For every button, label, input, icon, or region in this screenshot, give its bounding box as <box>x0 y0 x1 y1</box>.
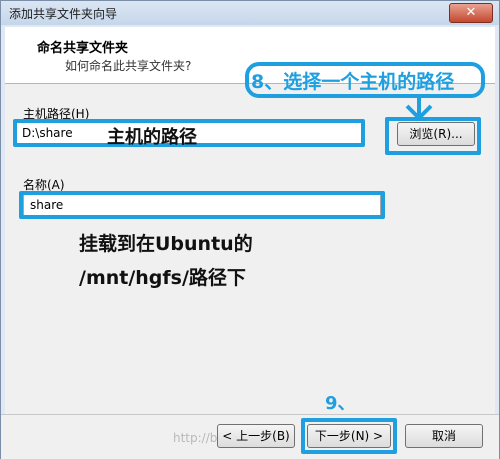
step8-callout-text: 8、选择一个主机的路径 <box>251 71 455 93</box>
window-title: 添加共享文件夹向导 <box>9 7 118 21</box>
page-subtitle: 如何命名此共享文件夹? <box>65 59 192 73</box>
next-highlight <box>301 418 397 454</box>
step9-annotation: 9、 <box>325 393 356 414</box>
mount-annotation-line2: /mnt/hgfs/路径下 <box>79 267 246 289</box>
cancel-button[interactable]: 取消 <box>405 424 483 448</box>
mount-annotation-line1: 挂载到在Ubuntu的 <box>79 233 253 255</box>
close-button[interactable]: ✕ <box>449 3 493 23</box>
wizard-window: 添加共享文件夹向导 ✕ 命名共享文件夹 如何命名此共享文件夹? 主机路径(H) … <box>0 0 500 459</box>
title-bar: 添加共享文件夹向导 ✕ <box>1 1 499 25</box>
name-highlight <box>19 191 385 219</box>
close-icon: ✕ <box>465 5 477 20</box>
host-path-annotation: 主机的路径 <box>107 127 197 148</box>
browse-highlight <box>385 117 481 155</box>
arrow-down-icon <box>405 96 433 120</box>
back-button[interactable]: < 上一步(B) <box>217 424 295 448</box>
page-title: 命名共享文件夹 <box>37 41 129 56</box>
